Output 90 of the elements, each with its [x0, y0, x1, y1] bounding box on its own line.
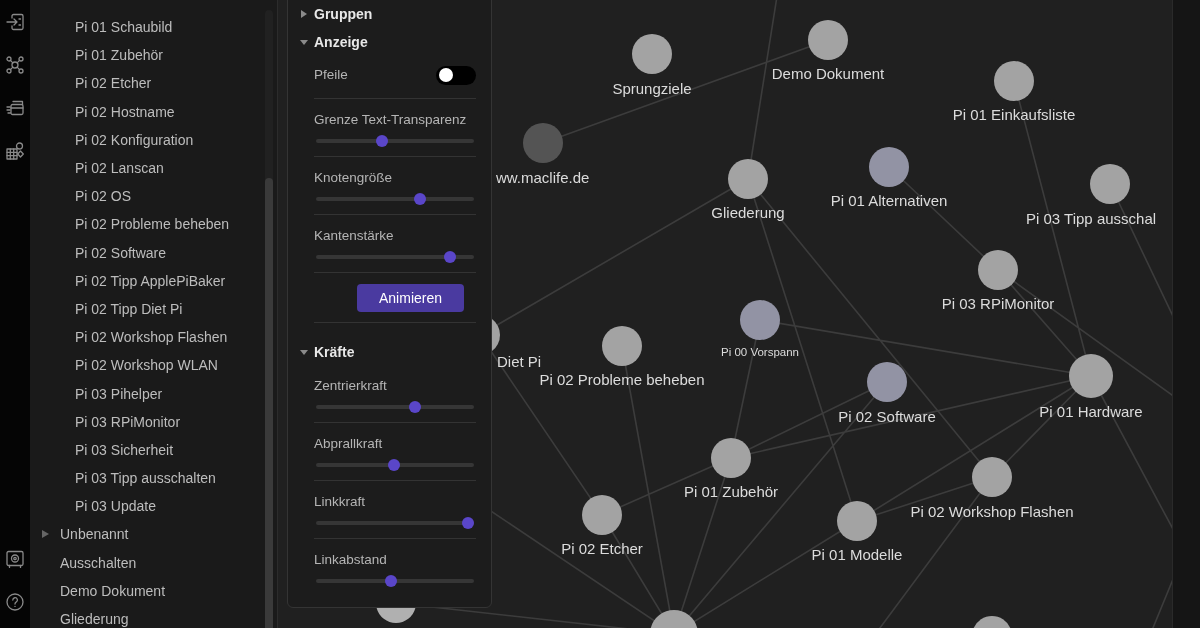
graph-node[interactable] [808, 20, 848, 60]
file-item[interactable]: Pi 02 Probleme beheben [75, 216, 230, 233]
animate-button[interactable]: Animieren [357, 284, 464, 312]
node-label: Pi 01 Zubehör [683, 483, 779, 500]
slider-thumb[interactable] [384, 575, 397, 587]
graph-node[interactable] [994, 61, 1034, 101]
node-label: Pi 00 Vorspann [721, 345, 799, 358]
caret-icon[interactable] [42, 530, 49, 539]
setting-label: Linkabstand [314, 552, 387, 568]
graph-node[interactable] [1069, 354, 1113, 398]
graph-node[interactable] [728, 159, 768, 199]
graph-node[interactable] [740, 300, 780, 340]
graph-node[interactable] [582, 495, 622, 535]
graph-node[interactable] [523, 123, 563, 163]
graph-node[interactable] [867, 362, 907, 402]
node-label: Pi 02 Software [838, 408, 936, 425]
slider-thumb[interactable] [413, 193, 426, 205]
graph-node[interactable] [837, 501, 877, 541]
slider-thumb[interactable] [444, 251, 457, 263]
file-item[interactable]: Gliederung [60, 611, 129, 628]
folder-item[interactable]: Unbenannt [60, 526, 129, 543]
node-label: Diet Pi [497, 353, 542, 370]
section-title[interactable]: Anzeige [314, 34, 368, 50]
file-item[interactable]: Pi 02 Etcher [75, 75, 152, 92]
setting-label: Grenze Text-Transparenz [314, 112, 467, 128]
node-label: Pi 01 Hardware [1039, 403, 1143, 420]
file-item[interactable]: Pi 03 Update [75, 498, 156, 515]
grid-shapes-icon[interactable] [6, 142, 24, 160]
graph-node[interactable] [376, 608, 416, 623]
cards-icon[interactable] [6, 99, 24, 117]
file-item[interactable]: Pi 02 Tipp Diet Pi [75, 300, 183, 317]
file-item[interactable]: Pi 03 RPiMonitor [75, 413, 181, 430]
node-label: Pi 02 Etcher [561, 540, 643, 557]
slider-thumb[interactable] [462, 517, 474, 529]
node-label: Pi 02 Probleme beheben [539, 371, 705, 388]
graph-node[interactable] [972, 457, 1012, 497]
setting-label: Abprallkraft [314, 436, 383, 452]
setting-label: Linkkraft [314, 494, 366, 510]
file-item[interactable]: Pi 02 Lanscan [75, 160, 164, 177]
caret-icon[interactable] [300, 38, 308, 46]
node-label: ww.maclife.de [496, 169, 590, 186]
graph-node[interactable] [602, 326, 642, 366]
slider-thumb[interactable] [375, 135, 388, 147]
file-item[interactable]: Pi 03 Pihelper [75, 385, 163, 402]
setting-label: Kantenstärke [314, 228, 394, 244]
graph-node[interactable] [1090, 164, 1130, 204]
scrollbar-thumb[interactable] [265, 178, 273, 628]
file-item[interactable]: Pi 03 Sicherheit [75, 441, 174, 458]
node-label: Gliederung [711, 204, 785, 221]
node-label: Pi 01 Modelle [811, 546, 903, 563]
node-label: Pi 02 Workshop Flashen [910, 503, 1074, 520]
slider-thumb[interactable] [409, 401, 422, 413]
graph-node[interactable] [650, 610, 698, 628]
graph-node[interactable] [869, 147, 909, 187]
graph-node[interactable] [632, 34, 672, 74]
file-item[interactable]: Pi 02 Konfiguration [75, 131, 194, 148]
caret-icon[interactable] [300, 348, 308, 356]
section-title[interactable]: Gruppen [314, 6, 373, 22]
file-item[interactable]: Pi 02 Workshop WLAN [75, 357, 218, 374]
safe-icon[interactable] [6, 550, 24, 568]
node-label: Pi 03 Tipp ausschal [1026, 210, 1157, 227]
file-item[interactable]: Pi 03 Tipp ausschalten [75, 470, 216, 487]
file-item[interactable]: Pi 02 Workshop Flashen [75, 329, 228, 346]
file-item[interactable]: Pi 02 Tipp ApplePiBaker [75, 272, 226, 289]
slider-thumb[interactable] [387, 459, 400, 471]
graph-icon[interactable] [6, 56, 24, 74]
file-item[interactable]: Pi 02 OS [75, 188, 132, 205]
setting-label: Pfeile [314, 67, 348, 83]
setting-label: Zentrierkraft [314, 378, 387, 394]
setting-label: Knotengröße [314, 170, 393, 186]
node-label: Pi 01 Alternativen [830, 192, 948, 209]
node-label: Demo Dokument [771, 65, 885, 82]
node-label: Pi 01 Einkaufsliste [952, 106, 1076, 123]
file-item[interactable]: Pi 02 Hostname [75, 103, 175, 120]
file-item[interactable]: Pi 01 Zubehör [75, 47, 163, 64]
file-item[interactable]: Demo Dokument [60, 582, 166, 599]
graph-node[interactable] [492, 319, 500, 351]
graph-node[interactable] [711, 438, 751, 478]
toggle-switch[interactable] [436, 65, 476, 85]
caret-icon[interactable] [300, 10, 308, 18]
file-item[interactable]: Pi 02 Software [75, 244, 167, 261]
graph-node[interactable] [978, 250, 1018, 290]
file-item[interactable]: Pi 01 Schaubild [75, 19, 173, 36]
file-item[interactable]: Ausschalten [60, 554, 137, 571]
help-icon[interactable] [6, 593, 24, 611]
section-title[interactable]: Kräfte [314, 344, 355, 360]
graph-node[interactable] [973, 616, 1011, 628]
node-label: Sprungziele [612, 80, 692, 97]
document-arrow-icon[interactable] [6, 13, 24, 31]
node-label: Pi 03 RPiMonitor [941, 295, 1055, 312]
